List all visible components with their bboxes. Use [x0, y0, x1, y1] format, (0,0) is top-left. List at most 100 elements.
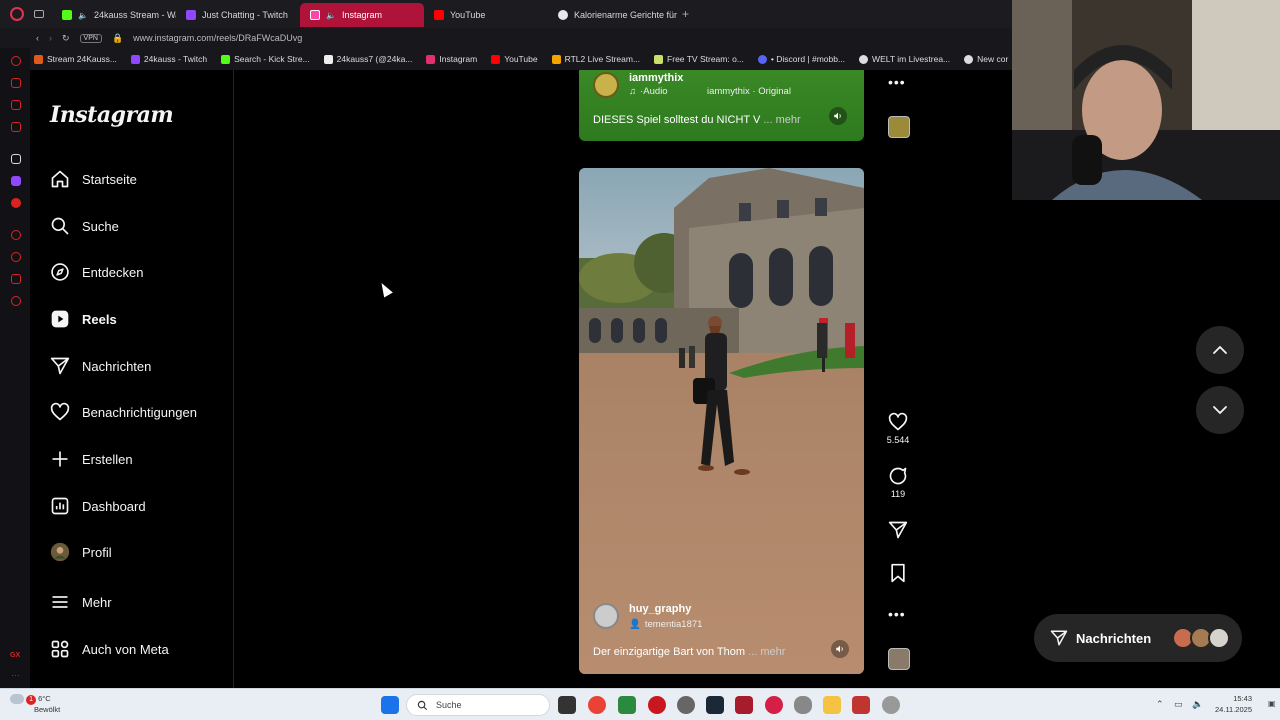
- gx-badge-icon[interactable]: GX: [10, 652, 20, 659]
- messages-pill-button[interactable]: Nachrichten: [1034, 614, 1242, 662]
- url-field[interactable]: www.instagram.com/reels/DRaFWcaDUvg: [133, 33, 302, 43]
- reel-card-current[interactable]: huy_graphy 👤 tementia1871 Der einzigarti…: [579, 168, 864, 674]
- reel-username[interactable]: huy_graphy: [629, 603, 691, 615]
- reload-icon[interactable]: ↻: [62, 33, 70, 44]
- audio-thumbnail[interactable]: [888, 116, 910, 138]
- file-explorer-icon[interactable]: [823, 696, 841, 714]
- obs-icon[interactable]: [677, 696, 695, 714]
- more-link[interactable]: ... mehr: [748, 646, 785, 658]
- calculator-icon[interactable]: [618, 696, 636, 714]
- nav-label: Suche: [82, 218, 119, 234]
- bookmark-item[interactable]: RTL2 Live Stream...: [551, 54, 641, 64]
- tab-recipes[interactable]: Kalorienarme Gerichte für: [548, 3, 678, 27]
- nav-reels[interactable]: Reels: [50, 305, 117, 333]
- reel-username[interactable]: iammythix: [629, 72, 683, 84]
- bookmark-item[interactable]: 24kauss7 (@24ka...: [323, 54, 412, 64]
- messenger-icon[interactable]: [11, 78, 21, 88]
- reel-video-frame[interactable]: [579, 168, 864, 674]
- app-icon[interactable]: [852, 696, 870, 714]
- system-clock[interactable]: 15:43 24.11.2025: [1208, 693, 1252, 715]
- twitch-sidebar-icon[interactable]: [11, 176, 21, 186]
- task-view-icon[interactable]: [558, 696, 576, 714]
- record-icon[interactable]: [11, 198, 21, 208]
- taskbar-search[interactable]: Suche: [406, 694, 550, 716]
- next-reel-button[interactable]: [1196, 386, 1244, 434]
- bookmark-item[interactable]: New cor: [964, 54, 1008, 64]
- steam-icon[interactable]: [706, 696, 724, 714]
- reel-tagged-user[interactable]: 👤 tementia1871: [629, 619, 702, 630]
- settings-icon[interactable]: [11, 296, 21, 306]
- notifications-icon[interactable]: ▣: [1268, 699, 1276, 708]
- volume-icon[interactable]: [831, 640, 849, 658]
- instagram-logo[interactable]: Instagram: [50, 102, 174, 128]
- screen: 🔈 24kauss Stream - Wa Just Chatting - Tw…: [0, 0, 1280, 720]
- bookmark-label: RTL2 Live Stream...: [564, 54, 641, 64]
- more-options-icon[interactable]: •••: [888, 606, 906, 622]
- windows-start-icon[interactable]: [381, 696, 399, 714]
- bookmark-item[interactable]: Free TV Stream: o...: [654, 54, 744, 64]
- opera-ai-icon[interactable]: [11, 56, 21, 66]
- bookmark-item[interactable]: Instagram: [426, 54, 477, 64]
- history-icon[interactable]: [11, 252, 21, 262]
- workspaces-icon[interactable]: [34, 10, 44, 18]
- bookmark-item[interactable]: Stream 24Kauss...: [34, 54, 117, 64]
- nav-mehr[interactable]: Mehr: [50, 588, 112, 616]
- more-link[interactable]: ... mehr: [763, 114, 800, 126]
- tab-twitch[interactable]: Just Chatting - Twitch: [176, 3, 300, 27]
- nav-benachrichtigungen[interactable]: Benachrichtigungen: [50, 398, 197, 426]
- mouse-app-icon[interactable]: [794, 696, 812, 714]
- nav-suche[interactable]: Suche: [50, 212, 119, 240]
- pin-icon[interactable]: [11, 154, 21, 164]
- player-icon[interactable]: [11, 230, 21, 240]
- user-avatar[interactable]: [593, 72, 619, 98]
- bookmark-item[interactable]: 24kauss - Twitch: [130, 54, 207, 64]
- nav-profil[interactable]: Profil: [50, 538, 112, 566]
- weather-widget[interactable]: 1 6°C Bewölkt: [10, 694, 60, 715]
- network-icon[interactable]: ▭: [1174, 699, 1183, 710]
- chrome-icon[interactable]: [588, 696, 606, 714]
- extensions-icon[interactable]: [11, 274, 21, 284]
- tab-kick[interactable]: 🔈 24kauss Stream - Wa: [52, 3, 176, 27]
- opera-logo-icon[interactable]: [10, 7, 24, 21]
- nav-erstellen[interactable]: Erstellen: [50, 445, 133, 473]
- tab-instagram[interactable]: 🔈 Instagram: [300, 3, 424, 27]
- nav-nachrichten[interactable]: Nachrichten: [50, 352, 151, 380]
- nav-startseite[interactable]: Startseite: [50, 165, 137, 193]
- flow-icon[interactable]: [11, 100, 21, 110]
- share-button[interactable]: [886, 520, 910, 540]
- like-button[interactable]: 5.544: [886, 412, 910, 445]
- reel-audio[interactable]: ♫ ·Audio: [629, 86, 668, 97]
- notes-icon[interactable]: [11, 122, 21, 132]
- opera-gx-icon[interactable]: [765, 696, 783, 714]
- bookmark-item[interactable]: • Discord | #mobb...: [757, 54, 845, 64]
- app-icon[interactable]: [648, 696, 666, 714]
- bookmark-item[interactable]: Search - Kick Stre...: [221, 54, 310, 64]
- reel-card-previous[interactable]: iammythix ♫ ·Audio iammythix · Original …: [579, 70, 864, 141]
- audio-credit[interactable]: iammythix · Original: [707, 86, 791, 97]
- tab-youtube[interactable]: YouTube: [424, 3, 548, 27]
- audio-thumbnail[interactable]: [888, 648, 910, 670]
- volume-icon[interactable]: 🔈: [1192, 699, 1203, 710]
- app-icon[interactable]: [735, 696, 753, 714]
- nav-entdecken[interactable]: Entdecken: [50, 258, 143, 286]
- nav-dashboard[interactable]: Dashboard: [50, 492, 146, 520]
- back-arrow-icon[interactable]: ‹: [36, 33, 39, 43]
- bookmark-item[interactable]: YouTube: [491, 54, 538, 64]
- user-avatar[interactable]: [593, 603, 619, 629]
- weather-badge: 1: [26, 695, 36, 705]
- settings-icon[interactable]: [882, 696, 900, 714]
- volume-icon[interactable]: [829, 107, 847, 125]
- tray-chevron-icon[interactable]: ⌃: [1156, 699, 1164, 710]
- previous-reel-button[interactable]: [1196, 326, 1244, 374]
- comment-button[interactable]: 119: [886, 466, 910, 499]
- tab-label: Kalorienarme Gerichte für: [574, 10, 678, 20]
- bookmark-item[interactable]: WELT im Livestrea...: [859, 54, 950, 64]
- new-tab-button[interactable]: +: [682, 7, 689, 21]
- more-dots-icon[interactable]: ···: [11, 670, 20, 680]
- bookmark-icon: [426, 54, 436, 64]
- more-options-icon[interactable]: •••: [888, 74, 906, 90]
- save-button[interactable]: [886, 563, 910, 583]
- nav-auch-von-meta[interactable]: Auch von Meta: [50, 635, 169, 663]
- vpn-badge[interactable]: VPN: [79, 33, 102, 43]
- forward-arrow-icon[interactable]: ›: [49, 33, 52, 43]
